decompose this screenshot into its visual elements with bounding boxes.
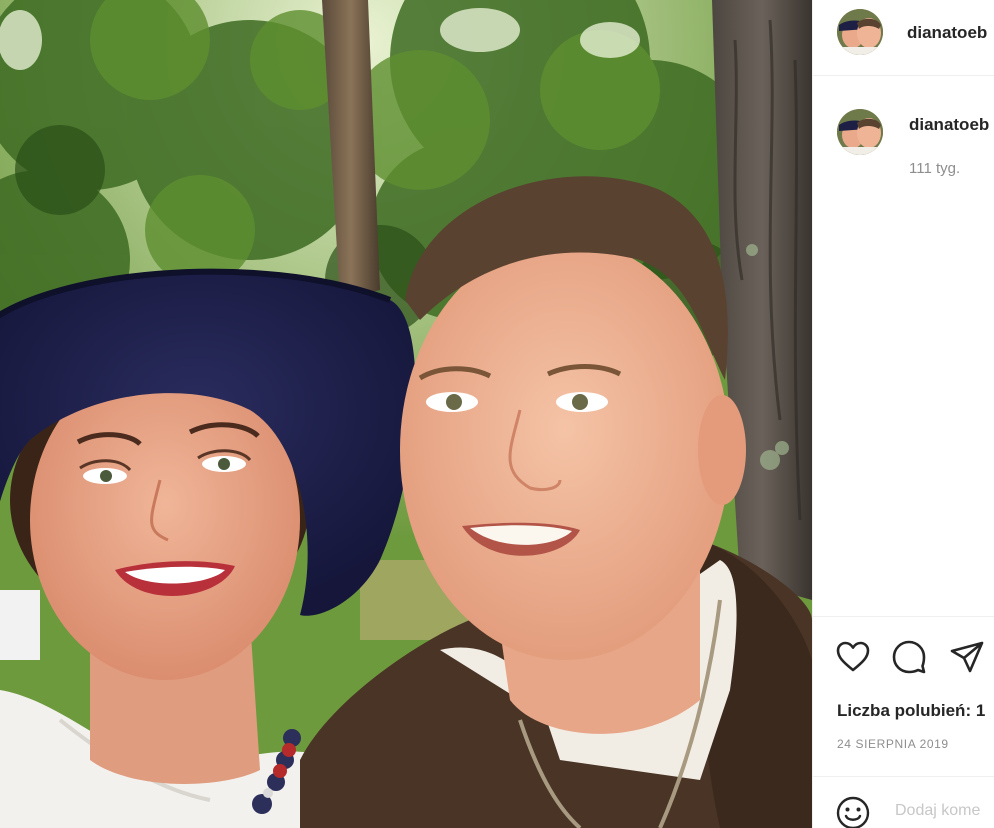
author-avatar[interactable] (837, 9, 883, 55)
post-photo[interactable] (0, 0, 812, 828)
caption-avatar-image (837, 109, 883, 155)
likes-count[interactable]: Liczba polubień: 1 (837, 701, 985, 721)
header-username[interactable]: dianatoeb (907, 23, 987, 43)
speech-bubble-icon[interactable] (891, 639, 927, 675)
smiley-icon[interactable] (835, 795, 871, 828)
caption-timestamp[interactable]: 111 tyg. (909, 160, 960, 177)
photo-image (0, 0, 812, 828)
paper-plane-icon[interactable] (949, 639, 985, 675)
caption-username[interactable]: dianatoeb (909, 115, 989, 135)
avatar-image (837, 9, 883, 55)
post-sidebar: dianatoeb dianatoeb 111 tyg. Liczba polu… (812, 0, 994, 828)
post-date[interactable]: 24 SIERPNIA 2019 (837, 737, 949, 751)
comment-input[interactable] (893, 801, 994, 821)
caption-avatar[interactable] (837, 109, 883, 155)
comment-bar (813, 776, 994, 828)
heart-icon[interactable] (835, 639, 871, 675)
post-header: dianatoeb (813, 0, 994, 76)
post-actions: Liczba polubień: 1 24 SIERPNIA 2019 (813, 616, 994, 776)
